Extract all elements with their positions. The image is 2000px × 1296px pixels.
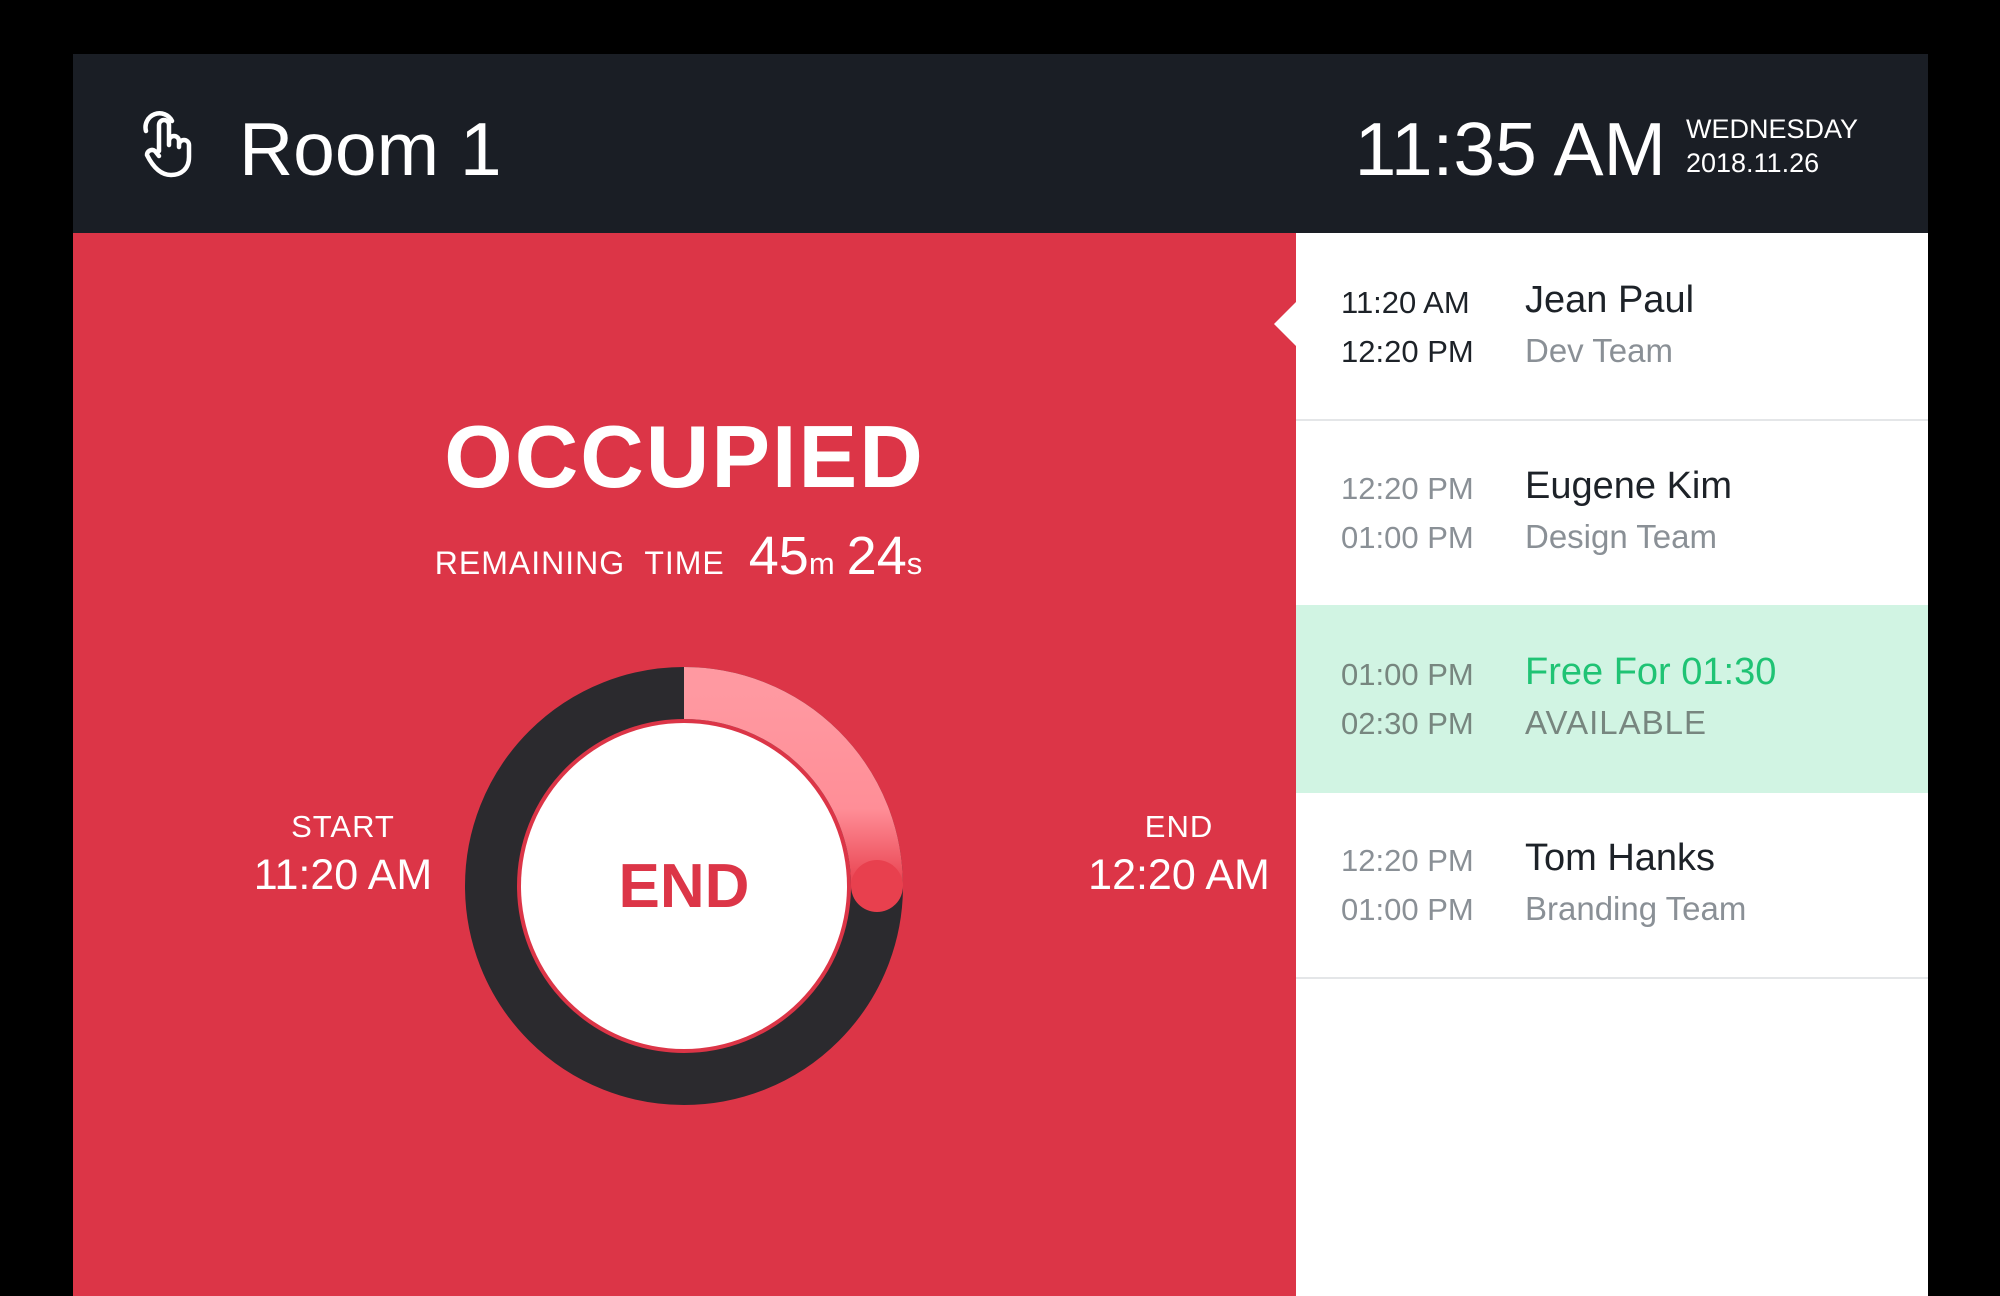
- current-time: 11:35 AM: [1354, 107, 1666, 191]
- remaining-time: REMAINING TIME 45m 24s: [73, 525, 1296, 587]
- weekday-label: WEDNESDAY: [1685, 114, 1858, 144]
- item-team-name: Dev Team: [1525, 332, 1673, 369]
- item-host-name: Jean Paul: [1525, 279, 1695, 321]
- item-end-time: 01:00 PM: [1341, 892, 1474, 927]
- item-host-name: Eugene Kim: [1525, 465, 1733, 507]
- end-meeting-button[interactable]: END: [521, 723, 847, 1049]
- date-block: WEDNESDAY 2018.11.26: [1686, 112, 1858, 180]
- schedule-item[interactable]: 12:20 PM 01:00 PM Tom Hanks Branding Tea…: [1296, 791, 1928, 979]
- end-time: 12:20 AM: [1088, 851, 1270, 899]
- item-team-name: Branding Team: [1525, 890, 1747, 927]
- item-host-name: Tom Hanks: [1525, 837, 1716, 879]
- remaining-seconds: 24: [846, 526, 907, 586]
- start-label: START: [291, 809, 395, 844]
- end-label: END: [1144, 809, 1214, 844]
- room-display: Room 1 11:35 AM WEDNESDAY 2018.11.26 OCC…: [73, 54, 1928, 1296]
- header-bar: Room 1 11:35 AM WEDNESDAY 2018.11.26: [73, 54, 1928, 233]
- remaining-minutes: 45: [748, 526, 809, 586]
- item-start-time: 11:20 AM: [1341, 285, 1470, 320]
- room-title: Room 1: [239, 107, 502, 191]
- item-start-time: 12:20 PM: [1341, 471, 1474, 506]
- item-end-time: 12:20 PM: [1341, 334, 1474, 369]
- schedule-item-available[interactable]: 01:00 PM 02:30 PM Free For 01:30 AVAILAB…: [1296, 605, 1928, 793]
- seconds-unit: s: [906, 546, 923, 581]
- schedule-panel: 11:20 AM 12:20 PM Jean Paul Dev Team 12:…: [1296, 233, 1928, 1296]
- item-team-name: Design Team: [1525, 518, 1717, 555]
- current-item-pointer: [1274, 302, 1296, 346]
- status-title: OCCUPIED: [444, 407, 925, 506]
- available-label: AVAILABLE: [1525, 704, 1708, 741]
- item-end-time: 02:30 PM: [1341, 706, 1474, 741]
- progress-arc-end: [851, 860, 903, 912]
- item-start-time: 12:20 PM: [1341, 843, 1474, 878]
- date-label: 2018.11.26: [1685, 148, 1820, 178]
- status-panel: OCCUPIED REMAINING TIME 45m 24s START 11:2…: [73, 233, 1296, 1296]
- start-time: 11:20 AM: [253, 851, 433, 899]
- hand-pointer-icon: [143, 111, 192, 178]
- item-end-time: 01:00 PM: [1341, 520, 1474, 555]
- item-start-time: 01:00 PM: [1341, 657, 1474, 692]
- schedule-item-current[interactable]: 11:20 AM 12:20 PM Jean Paul Dev Team: [1296, 233, 1928, 421]
- minutes-unit: m: [808, 546, 835, 581]
- remaining-time-label: REMAINING TIME: [434, 545, 725, 581]
- free-slot-label: Free For 01:30: [1525, 651, 1777, 693]
- schedule-item[interactable]: 12:20 PM 01:00 PM Eugene Kim Design Team: [1296, 419, 1928, 607]
